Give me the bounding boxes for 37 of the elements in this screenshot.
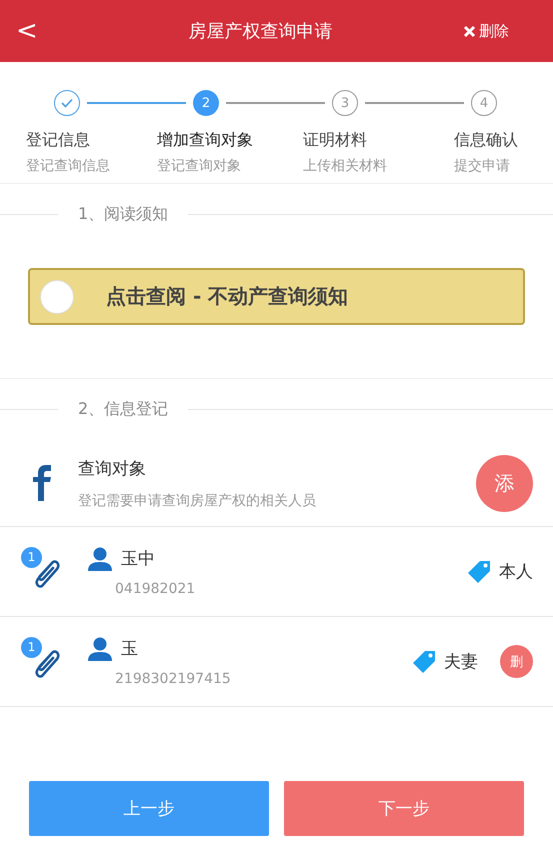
delete-button[interactable]: 删除 [463, 22, 553, 40]
step-number: 4 [471, 90, 497, 116]
previous-button[interactable]: 上一步 [29, 781, 269, 836]
step-subtitle: 登记查询信息 [26, 157, 111, 175]
person-icon [87, 546, 113, 570]
notice-button[interactable]: 点击查阅 - 不动产查询须知 [28, 268, 525, 325]
back-button[interactable]: < [0, 15, 58, 47]
step-subtitle: 上传相关材料 [303, 157, 388, 175]
person-name: 玉中 [121, 548, 155, 570]
section-title: 2、信息登记 [77, 399, 170, 420]
tag-icon [412, 650, 436, 674]
step-number: 3 [332, 90, 358, 116]
close-icon [463, 24, 476, 38]
item-title: 查询对象 [78, 458, 147, 480]
page-title: 房屋产权查询申请 [188, 20, 334, 43]
tag-icon [467, 560, 491, 584]
step-number: 2 [193, 90, 219, 116]
add-button[interactable]: 添 [476, 454, 533, 512]
letter-f-icon [32, 465, 52, 501]
item-description: 登记需要申请查询房屋产权的相关人员 [78, 492, 317, 510]
step-subtitle: 提交申请 [454, 157, 511, 175]
person-name: 玉 [121, 638, 138, 660]
id-number: 041982021 [114, 580, 196, 596]
relation-label: 本人 [499, 561, 533, 583]
next-button[interactable]: 下一步 [284, 781, 524, 836]
step-title: 证明材料 [303, 130, 368, 151]
relation-label: 夫妻 [444, 651, 478, 673]
step-title: 信息确认 [454, 130, 519, 151]
count-badge: 1 [21, 636, 42, 658]
step-subtitle: 登记查询对象 [157, 157, 242, 175]
id-number: 2198302197415 [114, 670, 232, 686]
step-title: 增加查询对象 [157, 130, 254, 151]
person-icon [87, 636, 113, 660]
step-title: 登记信息 [26, 130, 91, 151]
count-badge: 1 [21, 546, 42, 568]
section-title: 1、阅读须知 [77, 204, 170, 225]
delete-button[interactable]: 删 [500, 645, 533, 678]
